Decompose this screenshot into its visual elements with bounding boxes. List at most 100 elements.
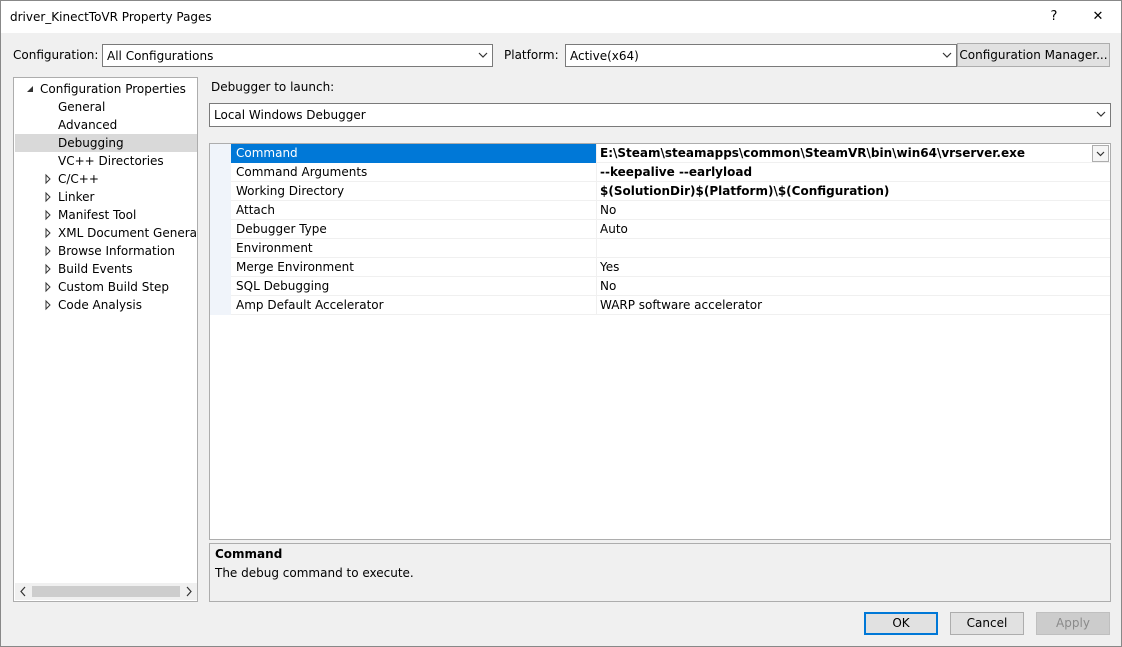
property-name: Debugger Type: [231, 220, 597, 239]
chevron-down-icon: [478, 52, 488, 58]
property-row[interactable]: Amp Default Accelerator WARP software acc…: [210, 296, 1110, 315]
tree-item[interactable]: Linker: [15, 188, 197, 206]
tree-item[interactable]: XML Document Generator: [15, 224, 197, 242]
ok-button[interactable]: OK: [864, 612, 938, 635]
property-value[interactable]: WARP software accelerator: [597, 296, 1110, 315]
property-name: Environment: [231, 239, 597, 258]
property-row[interactable]: Attach No: [210, 201, 1110, 220]
help-button[interactable]: ?: [1031, 1, 1077, 32]
close-button[interactable]: ✕: [1075, 1, 1121, 32]
property-name: Command: [231, 144, 597, 163]
tree-item[interactable]: General: [15, 98, 197, 116]
row-margin: [210, 182, 231, 201]
configuration-manager-button[interactable]: Configuration Manager...: [957, 43, 1110, 67]
collapsed-triangle-icon[interactable]: [43, 242, 53, 260]
property-pages-window: driver_KinectToVR Property Pages ? ✕ Con…: [0, 0, 1122, 647]
property-value[interactable]: Auto: [597, 220, 1110, 239]
row-margin: [210, 220, 231, 239]
platform-select[interactable]: Active(x64): [565, 44, 957, 67]
tree-item-label: Browse Information: [58, 244, 175, 258]
tree-item-label: XML Document Generator: [58, 226, 198, 240]
collapsed-triangle-icon[interactable]: [43, 170, 53, 188]
tree-item[interactable]: VC++ Directories: [15, 152, 197, 170]
tree-item[interactable]: Debugging: [15, 134, 197, 152]
configuration-value: All Configurations: [107, 49, 214, 63]
row-margin: [210, 277, 231, 296]
property-value[interactable]: $(SolutionDir)$(Platform)\$(Configuratio…: [597, 182, 1110, 201]
row-margin: [210, 144, 231, 163]
tree-item[interactable]: Browse Information: [15, 242, 197, 260]
configuration-select[interactable]: All Configurations: [102, 44, 493, 67]
description-text: The debug command to execute.: [215, 566, 414, 580]
collapsed-triangle-icon[interactable]: [43, 260, 53, 278]
tree-item[interactable]: Build Events: [15, 260, 197, 278]
cancel-button[interactable]: Cancel: [950, 612, 1024, 635]
tree-item[interactable]: Manifest Tool: [15, 206, 197, 224]
property-name: Command Arguments: [231, 163, 597, 182]
tree-item-label: C/C++: [58, 172, 99, 186]
chevron-right-icon[interactable]: [184, 586, 194, 597]
property-grid: Command E:\Steam\steamapps\common\SteamVR…: [209, 143, 1111, 540]
property-row[interactable]: Command Arguments --keepalive --earlyload: [210, 163, 1110, 182]
row-margin: [210, 296, 231, 315]
property-value[interactable]: --keepalive --earlyload: [597, 163, 1110, 182]
property-name: Merge Environment: [231, 258, 597, 277]
value-dropdown-button[interactable]: [1092, 145, 1109, 162]
row-margin: [210, 239, 231, 258]
collapsed-triangle-icon[interactable]: [43, 188, 53, 206]
property-value[interactable]: Yes: [597, 258, 1110, 277]
description-title: Command: [215, 547, 283, 561]
property-name: Working Directory: [231, 182, 597, 201]
property-value[interactable]: No: [597, 201, 1110, 220]
platform-label: Platform:: [504, 48, 559, 62]
row-margin: [210, 163, 231, 182]
tree-item-label: General: [58, 100, 106, 114]
tree-item[interactable]: Custom Build Step: [15, 278, 197, 296]
chevron-down-icon: [942, 52, 952, 58]
tree-item-label: Custom Build Step: [58, 280, 170, 294]
chevron-left-icon[interactable]: [18, 586, 28, 597]
property-row[interactable]: Merge Environment Yes: [210, 258, 1110, 277]
chevron-down-icon: [1096, 151, 1105, 157]
tree-item-label: Configuration Properties: [40, 82, 186, 96]
tree-item-label: Linker: [58, 190, 95, 204]
debugger-value: Local Windows Debugger: [214, 108, 366, 122]
tree-item[interactable]: Code Analysis: [15, 296, 197, 314]
tree-item-label: Build Events: [58, 262, 133, 276]
configuration-label: Configuration:: [13, 48, 99, 62]
property-row[interactable]: Command E:\Steam\steamapps\common\SteamVR…: [210, 144, 1110, 163]
collapsed-triangle-icon[interactable]: [43, 278, 53, 296]
property-row[interactable]: Environment: [210, 239, 1110, 258]
property-name: SQL Debugging: [231, 277, 597, 296]
tree-item-label: Manifest Tool: [58, 208, 137, 222]
collapsed-triangle-icon[interactable]: [43, 296, 53, 314]
tree-item[interactable]: Advanced: [15, 116, 197, 134]
property-row[interactable]: SQL Debugging No: [210, 277, 1110, 296]
apply-button[interactable]: Apply: [1036, 612, 1110, 635]
property-value[interactable]: E:\Steam\steamapps\common\SteamVR\bin\wi…: [597, 144, 1110, 163]
row-margin: [210, 201, 231, 220]
chevron-down-icon: [1096, 111, 1106, 117]
expanded-triangle-icon[interactable]: [25, 80, 35, 98]
description-panel: Command The debug command to execute.: [209, 543, 1111, 602]
property-value[interactable]: [597, 239, 1110, 258]
tree-item-label: Advanced: [58, 118, 118, 132]
collapsed-triangle-icon[interactable]: [43, 224, 53, 242]
tree-item-label: Debugging: [58, 136, 124, 150]
property-name: Amp Default Accelerator: [231, 296, 597, 315]
property-row[interactable]: Debugger Type Auto: [210, 220, 1110, 239]
tree-horizontal-scrollbar[interactable]: [15, 583, 197, 600]
debugger-select[interactable]: Local Windows Debugger: [209, 103, 1111, 127]
tree-item-label: Code Analysis: [58, 298, 142, 312]
property-name: Attach: [231, 201, 597, 220]
property-value[interactable]: No: [597, 277, 1110, 296]
property-tree: Configuration Properties General Advanced D…: [13, 77, 198, 602]
scrollbar-thumb[interactable]: [32, 586, 180, 597]
window-title: driver_KinectToVR Property Pages: [10, 10, 212, 24]
tree-item[interactable]: C/C++: [15, 170, 197, 188]
collapsed-triangle-icon[interactable]: [43, 206, 53, 224]
debugger-to-launch-label: Debugger to launch:: [211, 80, 335, 94]
platform-value: Active(x64): [570, 49, 639, 63]
tree-item[interactable]: Configuration Properties: [15, 80, 197, 98]
property-row[interactable]: Working Directory $(SolutionDir)$(Platfor…: [210, 182, 1110, 201]
